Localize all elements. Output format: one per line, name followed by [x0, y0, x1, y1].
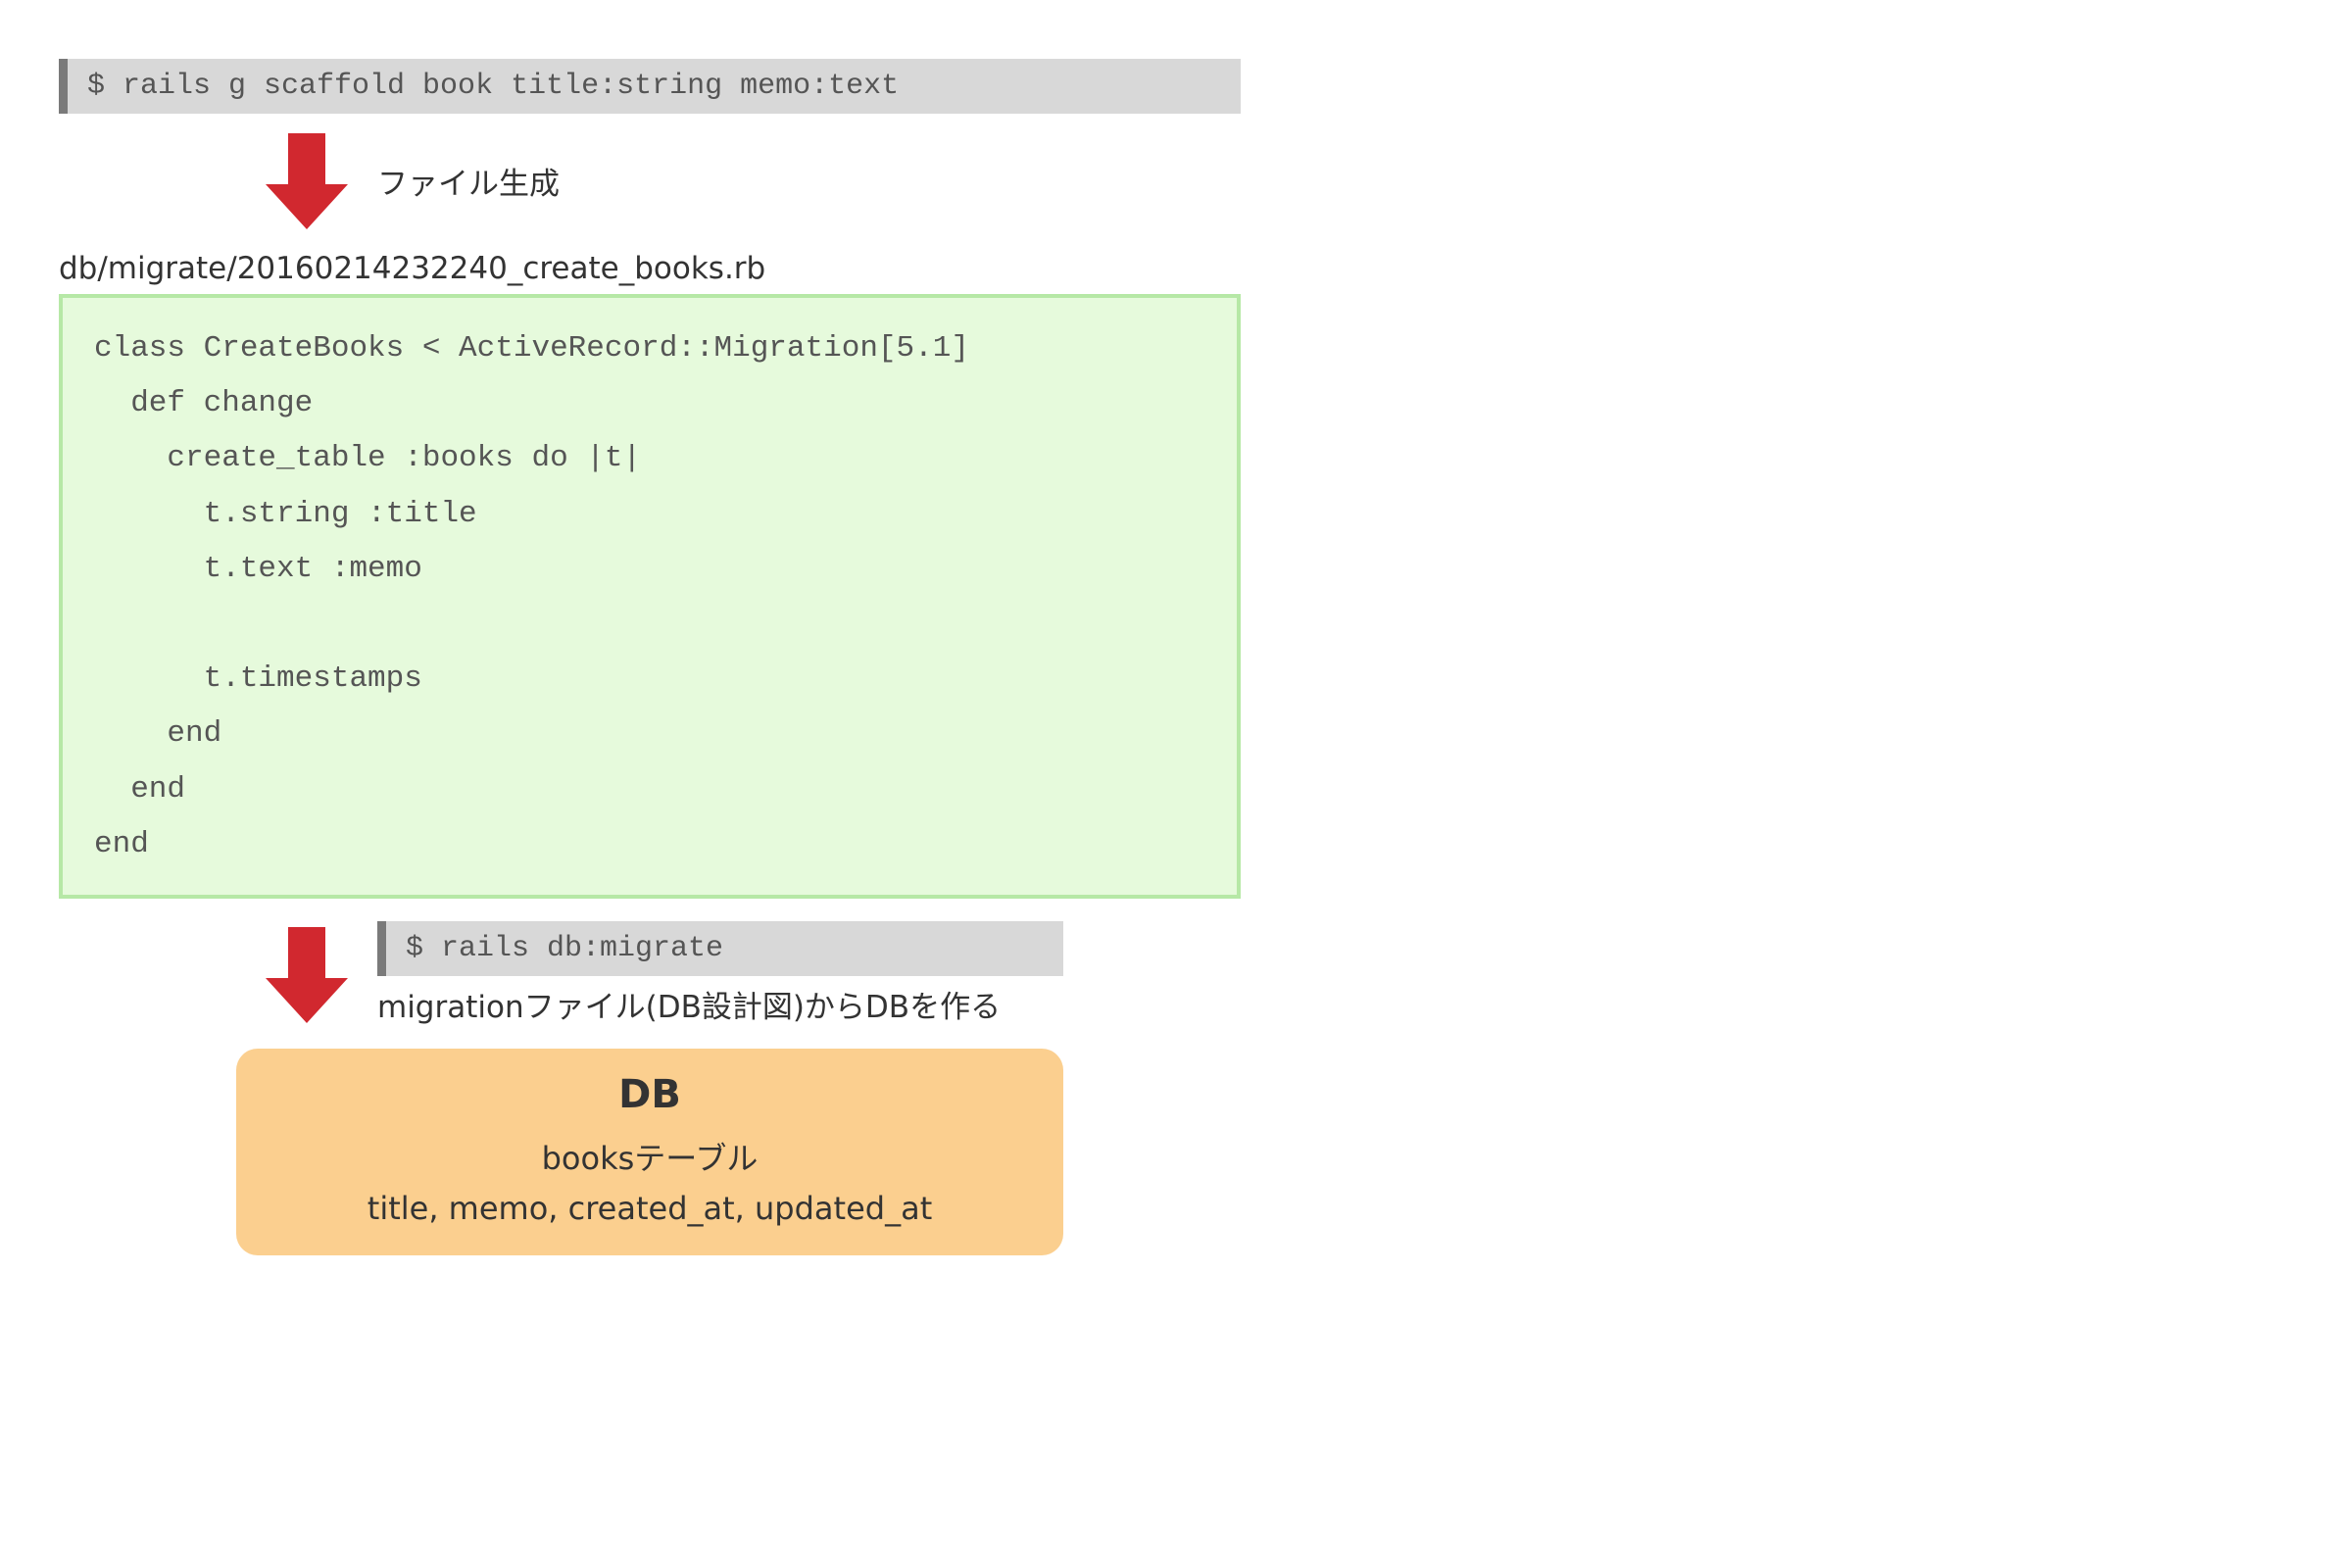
down-arrow-icon	[266, 927, 348, 1023]
code-line: def change	[94, 386, 314, 421]
down-arrow-icon	[266, 133, 348, 229]
scaffold-command: $ rails g scaffold book title:string mem…	[59, 59, 1241, 114]
code-line: t.text :memo	[94, 551, 422, 586]
db-box: DB booksテーブル title, memo, created_at, up…	[236, 1049, 1063, 1255]
db-columns: title, memo, created_at, updated_at	[367, 1190, 933, 1227]
code-line: class CreateBooks < ActiveRecord::Migrat…	[94, 331, 969, 366]
code-line: create_table :books do |t|	[94, 441, 642, 476]
db-table-name: booksテーブル	[541, 1140, 759, 1177]
file-generation-label: ファイル生成	[377, 167, 560, 202]
code-line: t.timestamps	[94, 662, 422, 697]
migrate-command: $ rails db:migrate	[377, 921, 1063, 976]
code-line: end	[94, 771, 186, 807]
db-title: DB	[618, 1072, 681, 1117]
migrate-description: migrationファイル(DB設計図)からDBを作る	[377, 990, 1002, 1025]
code-line: t.string :title	[94, 496, 477, 531]
code-line: end	[94, 826, 149, 861]
code-line: end	[94, 716, 222, 752]
migration-code-block: class CreateBooks < ActiveRecord::Migrat…	[59, 294, 1241, 899]
migration-file-path: db/migrate/20160214232240_create_books.r…	[59, 251, 766, 286]
